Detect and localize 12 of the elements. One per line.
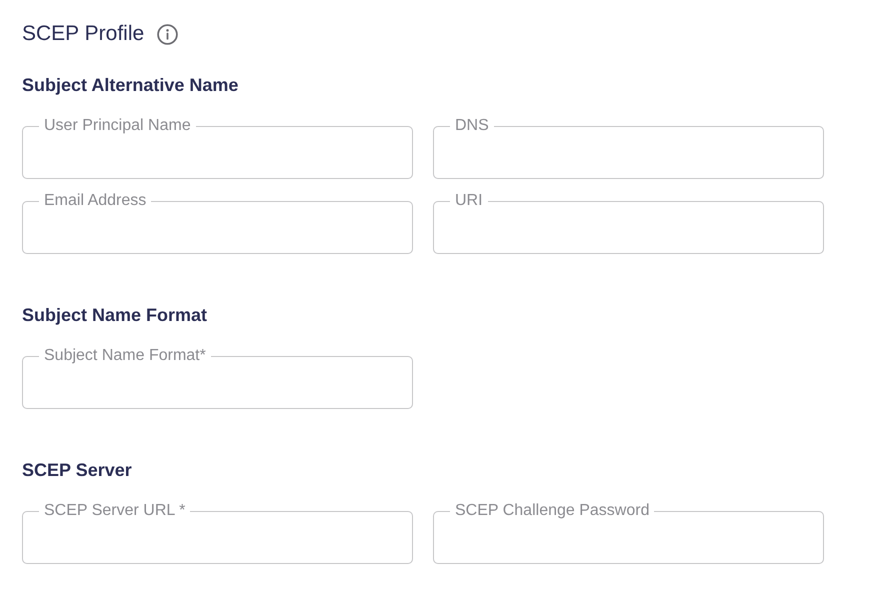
text-field[interactable]: SCEP Challenge Password xyxy=(433,503,824,564)
info-icon[interactable] xyxy=(157,24,178,44)
page-title: SCEP Profile xyxy=(22,22,144,46)
section-heading: Subject Name Format xyxy=(22,304,208,326)
text-field[interactable]: URI xyxy=(433,193,824,254)
section-heading: Subject Alternative Name xyxy=(22,74,238,96)
section-heading: SCEP Server xyxy=(22,459,132,481)
text-field[interactable]: Email Address xyxy=(22,193,413,254)
text-field[interactable]: DNS xyxy=(433,118,824,179)
text-field[interactable]: User Principal Name xyxy=(22,118,413,179)
text-field[interactable]: Subject Name Format* xyxy=(22,348,413,409)
text-field[interactable]: SCEP Server URL * xyxy=(22,503,413,564)
